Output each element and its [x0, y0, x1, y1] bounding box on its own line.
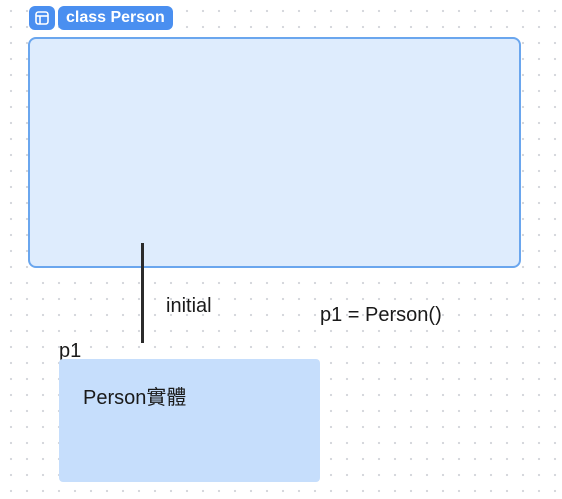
- frame-tag[interactable]: class Person: [29, 6, 173, 30]
- person-instance-card[interactable]: Person實體: [59, 359, 320, 482]
- frame-title-label[interactable]: class Person: [58, 6, 173, 30]
- frame-layout-icon[interactable]: [29, 6, 55, 30]
- class-person-frame[interactable]: [28, 37, 521, 268]
- variable-label-p1[interactable]: p1: [59, 341, 81, 361]
- connector-line[interactable]: [141, 243, 144, 343]
- connector-label-initial[interactable]: initial: [166, 296, 212, 316]
- instance-card-label: Person實體: [83, 387, 187, 409]
- assignment-text[interactable]: p1 = Person(): [320, 305, 442, 325]
